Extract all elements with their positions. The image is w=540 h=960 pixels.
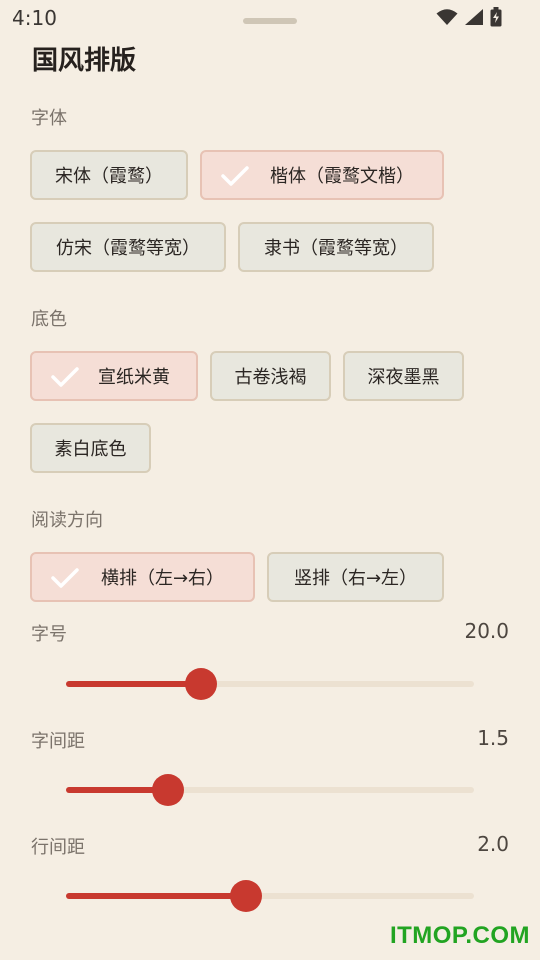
slider-thumb[interactable] [152,774,184,806]
chip-label: 竖排（右→左） [293,568,418,589]
letter-spacing-slider[interactable] [66,774,474,806]
watermark-logo: ITMOP.COM [389,922,530,949]
letter-spacing-value: 1.5 [477,726,509,750]
check-icon [221,166,249,186]
status-bar: 4:10 [0,0,540,36]
slider-fill [66,893,246,899]
slider-fill [66,681,201,687]
letter-spacing-label: 字间距 [31,731,85,752]
chip-label: 楷体（霞鹜文楷） [270,166,414,187]
battery-icon [490,7,502,27]
bg-option-scroll-brown[interactable]: 古卷浅褐 [210,351,331,401]
chip-label: 宋体（霞鹜） [55,166,163,187]
background-section-label: 底色 [31,309,67,330]
font-option-fangsong[interactable]: 仿宋（霞鹜等宽） [30,222,226,272]
chip-label: 横排（左→右） [100,568,225,589]
check-icon [51,367,79,387]
slider-thumb[interactable] [229,880,262,912]
font-size-value: 20.0 [464,619,509,643]
direction-option-horizontal[interactable]: 横排（左→右） [30,552,255,602]
direction-option-vertical[interactable]: 竖排（右→左） [267,552,444,602]
page-title: 国风排版 [32,46,137,76]
camera-notch [243,18,297,24]
direction-section-label: 阅读方向 [31,510,103,531]
line-spacing-value: 2.0 [477,832,509,856]
font-size-label: 字号 [31,624,67,645]
signal-icon [465,9,483,25]
chip-label: 古卷浅褐 [234,367,307,388]
line-spacing-label: 行间距 [31,837,85,858]
bg-option-ink-black[interactable]: 深夜墨黑 [343,351,464,401]
slider-thumb[interactable] [184,668,217,700]
status-time: 4:10 [12,6,57,30]
bg-option-paper-yellow[interactable]: 宣纸米黄 [30,351,198,401]
chip-label: 深夜墨黑 [367,367,440,388]
status-icons [436,7,502,27]
font-size-slider[interactable] [66,668,474,700]
font-option-song[interactable]: 宋体（霞鹜） [30,150,188,200]
chip-label: 隶书（霞鹜等宽） [264,238,408,259]
check-icon [51,568,79,588]
wifi-icon [436,9,458,25]
line-spacing-slider[interactable] [66,880,474,912]
bg-option-plain-white[interactable]: 素白底色 [30,423,151,473]
font-option-kai[interactable]: 楷体（霞鹜文楷） [200,150,444,200]
font-option-lishu[interactable]: 隶书（霞鹜等宽） [238,222,434,272]
chip-label: 素白底色 [54,439,127,460]
chip-label: 仿宋（霞鹜等宽） [56,238,200,259]
font-section-label: 字体 [31,108,67,129]
